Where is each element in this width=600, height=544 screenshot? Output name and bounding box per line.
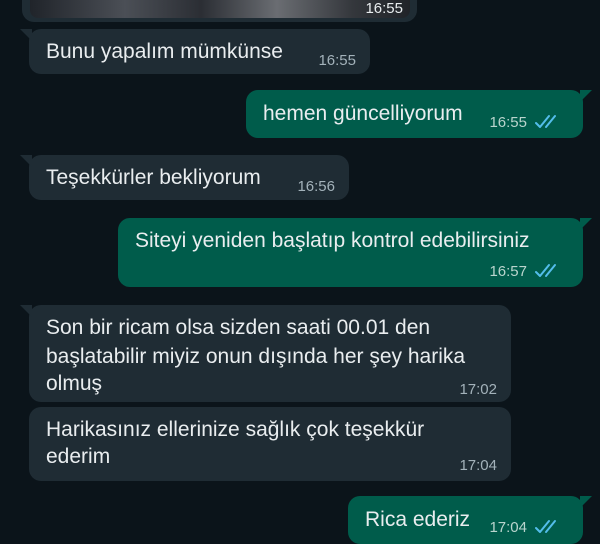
double-check-icon [535,115,556,128]
media-image-thumbnail[interactable] [30,0,410,18]
message-time: 17:02 [459,381,497,398]
message-time: 17:04 [459,457,497,474]
double-check-icon [535,520,556,533]
message-text-line: olmuş [46,372,103,395]
message-time: 16:57 [489,263,527,280]
message-text-line: Harikasınız ellerinize sağlık çok teşekk… [46,418,425,441]
message-text-line: Son bir ricam olsa sizden saati 00.01 de… [46,316,431,339]
message-time: 16:55 [365,0,403,17]
outgoing-message[interactable]: Siteyi yeniden başlatıp kontrol edebilir… [118,218,592,287]
message-time: 16:55 [318,52,356,69]
incoming-message[interactable]: Harikasınız ellerinize sağlık çok teşekk… [29,407,511,481]
message-text: Siteyi yeniden başlatıp kontrol edebilir… [135,229,530,252]
incoming-message[interactable]: Son bir ricam olsa sizden saati 00.01 de… [20,305,511,402]
message-time: 16:56 [297,178,335,195]
message-text-line: başlatabilir miyiz onun dışında her şey … [46,345,466,368]
incoming-message[interactable]: Teşekkürler bekliyorum 16:56 [20,155,349,200]
message-text-line: ederim [46,445,111,468]
message-time: 16:55 [489,114,527,131]
double-check-icon [535,264,556,277]
message-time: 17:04 [489,519,527,536]
incoming-message[interactable]: Bunu yapalım mümkünse 16:55 [20,29,370,74]
message-text: Teşekkürler bekliyorum [46,166,261,189]
media-message[interactable]: 16:55 [22,0,417,22]
outgoing-message[interactable]: Rica ederiz 17:04 [348,496,592,544]
outgoing-message[interactable]: hemen güncelliyorum 16:55 [246,90,592,138]
message-text: hemen güncelliyorum [263,102,463,125]
message-text: Bunu yapalım mümkünse [46,40,283,63]
message-text: Rica ederiz [365,508,471,531]
chat-conversation: 16:55 Bunu yapalım mümkünse 16:55 hemen … [0,0,600,544]
